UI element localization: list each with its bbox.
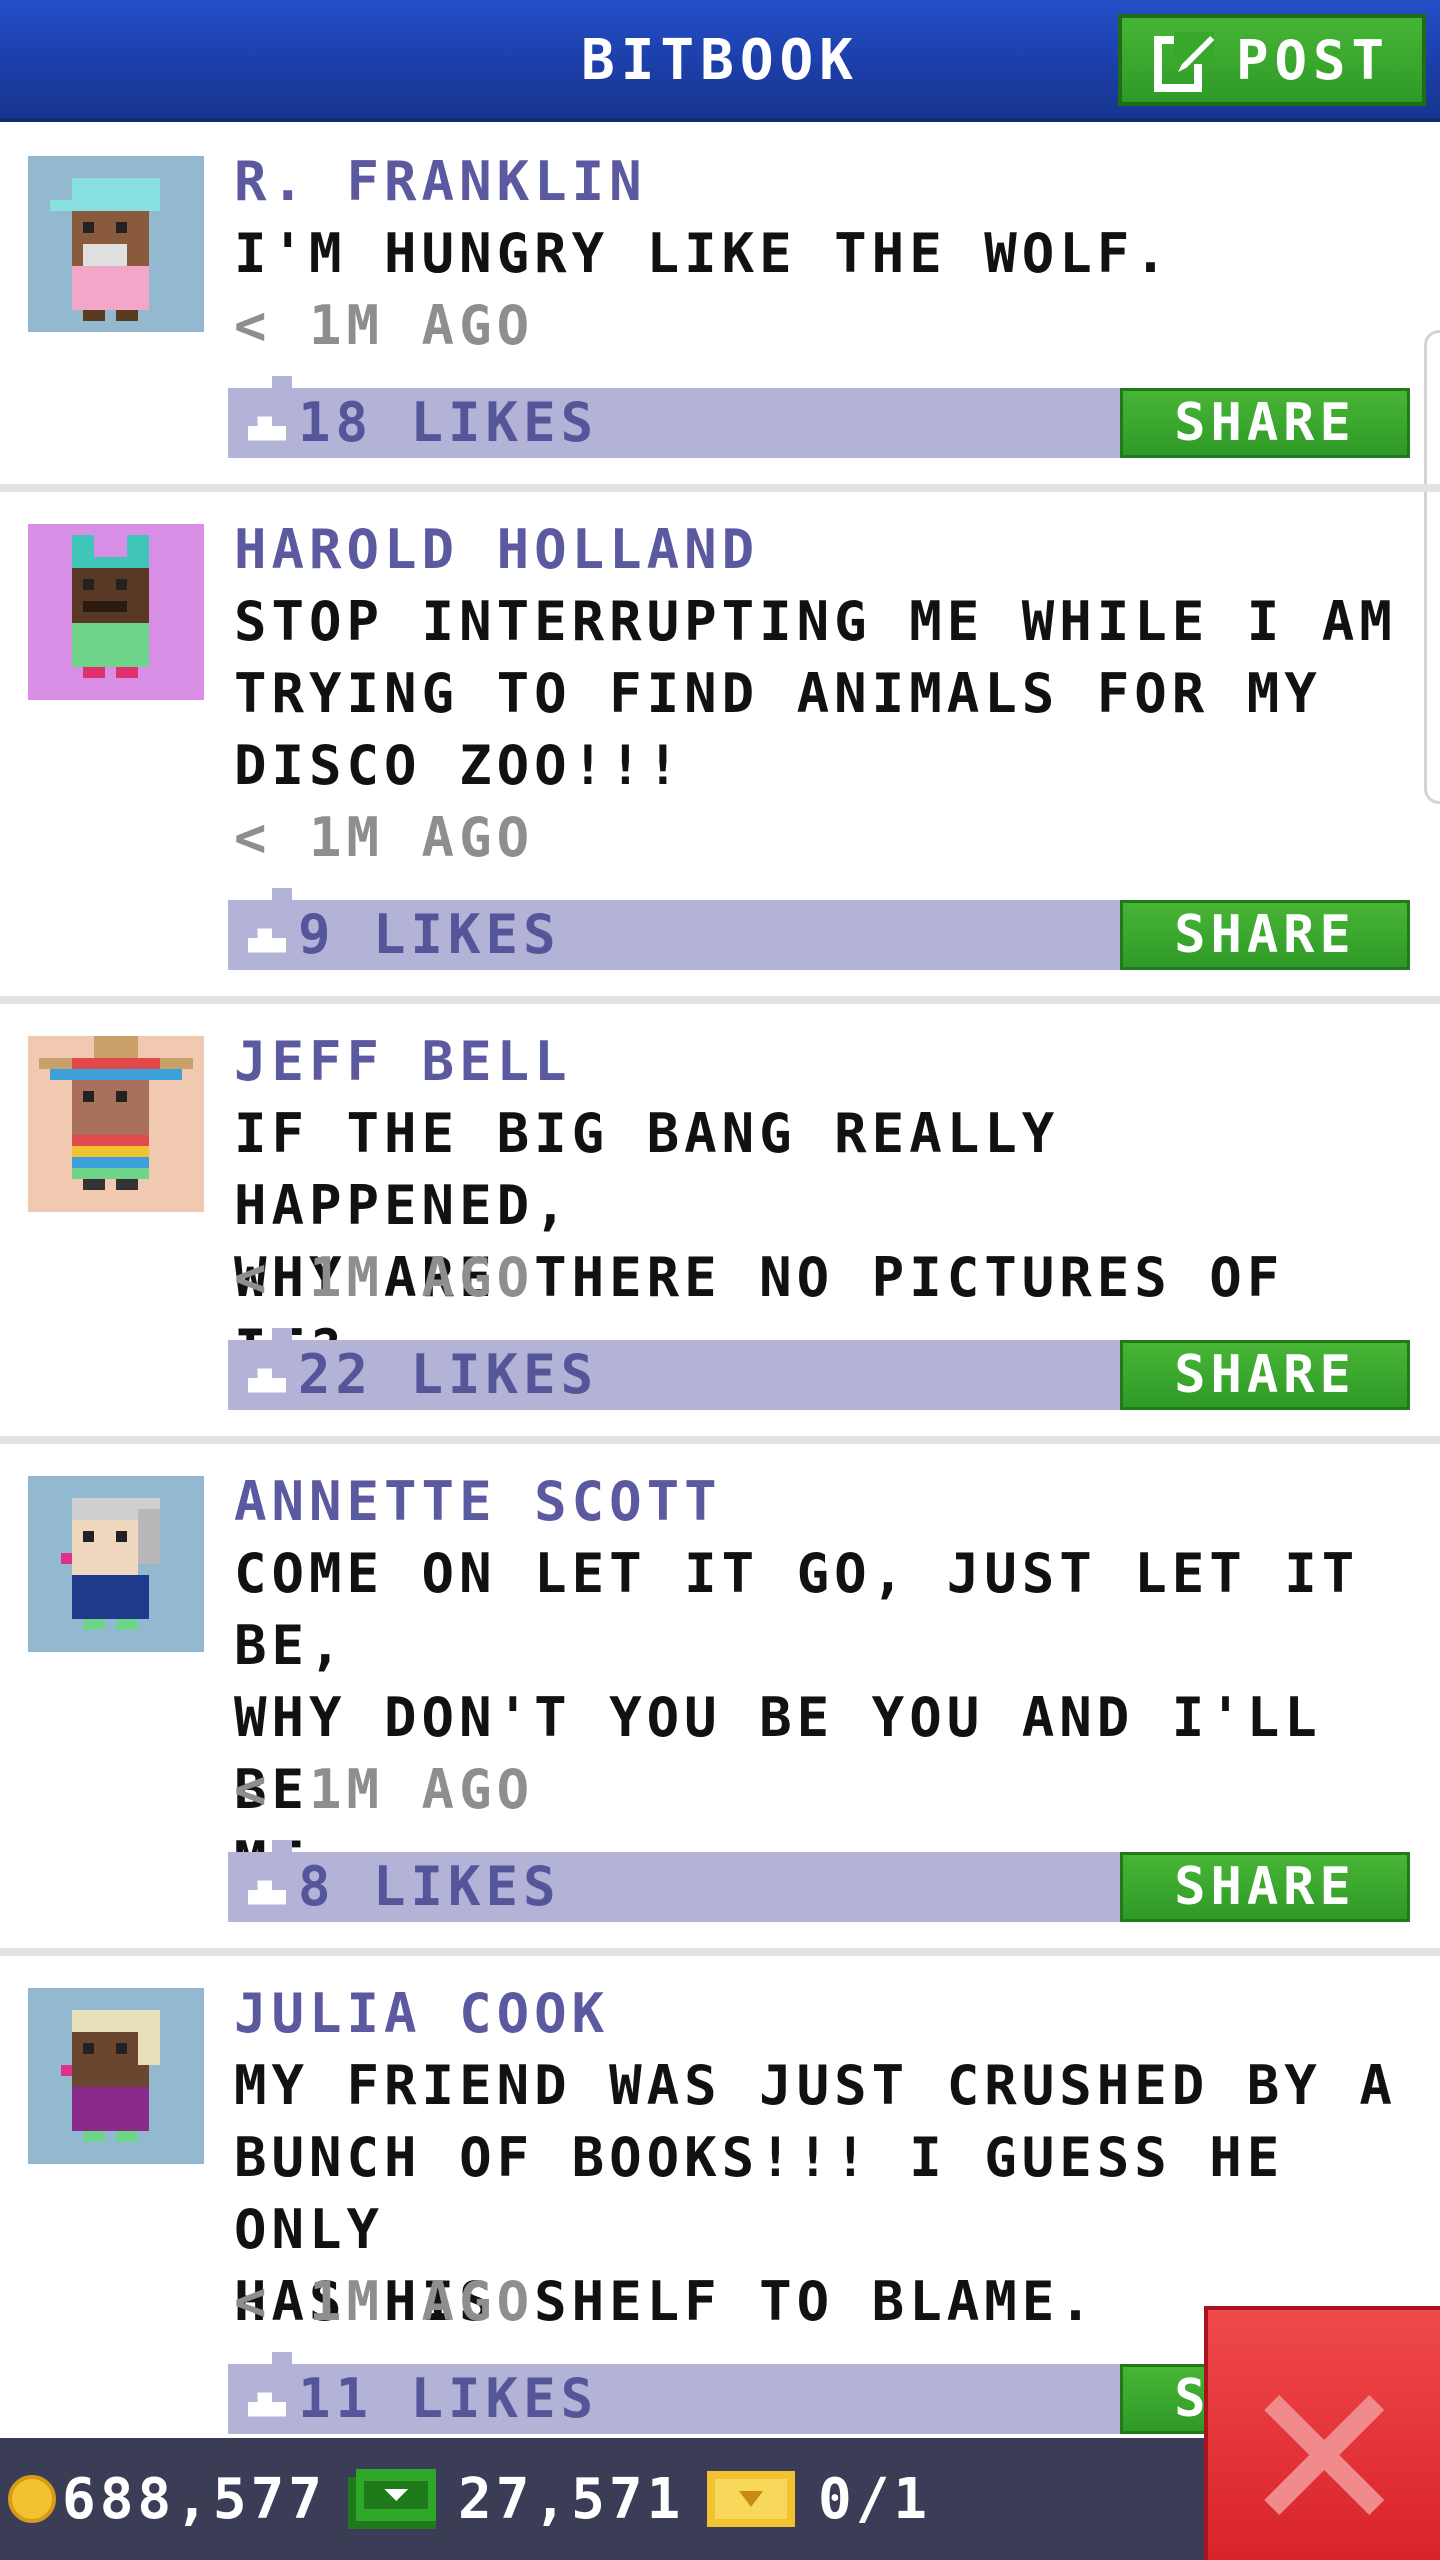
post-message: COME ON LET IT GO, JUST LET IT BE, WHY D…	[234, 1538, 1404, 1898]
likes-bar-notch	[272, 1328, 292, 1340]
message-line: IF THE BIG BANG REALLY HAPPENED,	[234, 1102, 1060, 1237]
message-line: STOP INTERRUPTING ME WHILE I AM	[234, 590, 1397, 653]
divider	[0, 1436, 1440, 1444]
likes-bar: 9 LIKES SHARE	[228, 888, 1410, 970]
post-author[interactable]: R. FRANKLIN	[234, 146, 647, 218]
julia-cook-avatar[interactable]	[28, 1988, 204, 2164]
scroll-indicator[interactable]	[1424, 330, 1440, 804]
harold-holland-avatar[interactable]	[28, 524, 204, 700]
likes-bar: 8 LIKES SHARE	[228, 1840, 1410, 1922]
like-button[interactable]: 11 LIKES	[248, 2364, 598, 2434]
likes-bar: 22 LIKES SHARE	[228, 1328, 1410, 1410]
post-time: < 1M AGO	[234, 294, 535, 357]
post-message: I'M HUNGRY LIKE THE WOLF.	[234, 218, 1404, 290]
share-button[interactable]: SHARE	[1120, 900, 1410, 970]
like-button[interactable]: 9 LIKES	[248, 900, 561, 970]
message-line: BUNCH OF BOOKS!!! I GUESS HE ONLY	[234, 2126, 1285, 2261]
divider	[0, 484, 1440, 492]
post-time: < 1M AGO	[234, 2270, 535, 2333]
compose-icon	[1153, 32, 1214, 92]
thumbs-up-icon	[248, 1880, 286, 1905]
likes-bar: 18 LIKES SHARE	[228, 376, 1410, 458]
divider	[0, 1948, 1440, 1956]
divider	[0, 996, 1440, 1004]
r-franklin-avatar[interactable]	[28, 156, 204, 332]
post-author[interactable]: ANNETTE SCOTT	[234, 1466, 722, 1538]
share-button[interactable]: SHARE	[1120, 1852, 1410, 1922]
post-time: < 1M AGO	[234, 1246, 535, 1309]
tickets-value: 0/1	[818, 2466, 932, 2532]
bux-stat[interactable]: 27,571	[348, 2438, 684, 2560]
likes-count: 22 LIKES	[298, 1343, 599, 1406]
close-icon	[1264, 2395, 1384, 2515]
likes-bar-notch	[272, 1840, 292, 1852]
share-button[interactable]: SHARE	[1120, 388, 1410, 458]
close-button[interactable]	[1204, 2306, 1440, 2560]
likes-count: 9 LIKES	[298, 903, 561, 966]
message-line: I'M HUNGRY LIKE THE WOLF.	[234, 222, 1172, 285]
post-button[interactable]: POST	[1118, 14, 1426, 106]
thumbs-up-icon	[248, 1368, 286, 1393]
ticket-icon	[707, 2471, 795, 2527]
message-line: DISCO ZOO!!!	[234, 734, 685, 797]
message-line: TRYING TO FIND ANIMALS FOR MY	[234, 662, 1322, 725]
post-time: < 1M AGO	[234, 1758, 535, 1821]
like-button[interactable]: 22 LIKES	[248, 1340, 598, 1410]
annette-scott-avatar[interactable]	[28, 1476, 204, 1652]
coins-value: 688,577	[62, 2466, 327, 2532]
like-button[interactable]: 18 LIKES	[248, 388, 598, 458]
thumbs-up-icon	[248, 2392, 286, 2417]
message-line: MY FRIEND WAS JUST CRUSHED BY A	[234, 2054, 1397, 2117]
bux-icon	[348, 2469, 436, 2529]
coins-stat[interactable]: 688,577	[8, 2438, 326, 2560]
post-author[interactable]: HAROLD HOLLAND	[234, 514, 759, 586]
likes-count: 11 LIKES	[298, 2367, 599, 2430]
coin-icon	[8, 2475, 56, 2523]
share-button[interactable]: SHARE	[1120, 1340, 1410, 1410]
like-button[interactable]: 8 LIKES	[248, 1852, 561, 1922]
likes-bar-notch	[272, 888, 292, 900]
bux-value: 27,571	[458, 2466, 685, 2532]
post-time: < 1M AGO	[234, 806, 535, 869]
post-author[interactable]: JEFF BELL	[234, 1026, 572, 1098]
likes-count: 8 LIKES	[298, 1855, 561, 1918]
top-bar: BITBOOK POST	[0, 0, 1440, 122]
post-message: STOP INTERRUPTING ME WHILE I AM TRYING T…	[234, 586, 1404, 802]
tickets-stat[interactable]: 0/1	[706, 2438, 931, 2560]
thumbs-up-icon	[248, 928, 286, 953]
message-line: COME ON LET IT GO, JUST LET IT BE,	[234, 1542, 1360, 1677]
post-author[interactable]: JULIA COOK	[234, 1978, 609, 2050]
post-button-label: POST	[1235, 28, 1391, 92]
likes-bar-notch	[272, 376, 292, 388]
thumbs-up-icon	[248, 416, 286, 441]
jeff-bell-avatar[interactable]	[28, 1036, 204, 1212]
likes-bar-notch	[272, 2352, 292, 2364]
likes-count: 18 LIKES	[298, 391, 599, 454]
